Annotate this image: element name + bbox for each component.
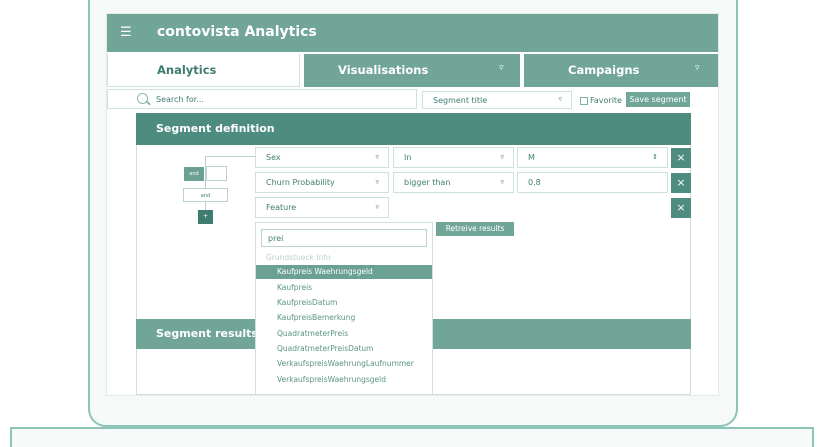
dropdown-option[interactable]: Kaufpreis (256, 281, 432, 295)
rule-operator-select[interactable]: In ▿ (393, 147, 514, 168)
rule-field-value: Churn Probability (266, 178, 335, 187)
dropdown-search-value: prei (268, 234, 284, 243)
remove-rule-button[interactable]: × (671, 148, 691, 168)
rule-operator-value: bigger than (404, 178, 451, 187)
tree-connector (205, 156, 255, 157)
updown-arrow-icon: ⇕ (652, 153, 658, 161)
tab-label: Analytics (157, 63, 217, 77)
tab-analytics[interactable]: Analytics (107, 54, 300, 87)
dropdown-option[interactable]: Kaufpreis Waehrungsgeld (256, 265, 432, 279)
rule-operator-value: In (404, 153, 412, 162)
rule-field-select[interactable]: Feature ▿ (255, 197, 389, 218)
rule-field-value: Feature (266, 203, 297, 212)
segment-title-select[interactable]: Segment title ▿ (422, 91, 572, 109)
dropdown-group-label: Grundstueck Info (266, 253, 331, 262)
tab-campaigns[interactable]: Campaigns ▿ (524, 54, 718, 87)
dropdown-option[interactable]: KaufpreisDatum (256, 296, 432, 310)
add-condition-button[interactable]: + (198, 210, 213, 224)
chevron-down-icon: ▿ (499, 63, 504, 73)
dropdown-option[interactable]: KaufpreisBemerkung (256, 311, 432, 325)
rule-value-select[interactable]: M ⇕ (517, 147, 668, 168)
chevron-down-icon: ▿ (375, 203, 379, 211)
tree-node-box (206, 166, 227, 181)
search-input[interactable] (156, 92, 396, 106)
dropdown-option[interactable]: QuadratmeterPreisDatum (256, 342, 432, 356)
segment-definition-header: Segment definition (136, 113, 691, 145)
rule-field-value: Sex (266, 153, 281, 162)
app-bar: ☰ contovista Analytics (107, 14, 718, 52)
tab-visualisations[interactable]: Visualisations ▿ (304, 54, 520, 87)
hamburger-icon[interactable]: ☰ (120, 25, 132, 40)
app-title: contovista Analytics (157, 24, 317, 40)
save-segment-button[interactable]: Save segment (626, 92, 690, 107)
and-node[interactable]: and (184, 167, 204, 181)
segment-results-title: Segment results (156, 327, 258, 340)
chevron-down-icon: ▿ (375, 178, 379, 186)
remove-rule-button[interactable]: × (671, 198, 691, 218)
segment-definition-title: Segment definition (156, 122, 275, 135)
remove-rule-button[interactable]: × (671, 173, 691, 193)
tab-label: Campaigns (568, 63, 640, 77)
dropdown-option[interactable]: QuadratmeterPreis (256, 327, 432, 341)
favorite-label: Favorite (590, 96, 622, 105)
segment-title-value: Segment title (433, 96, 488, 105)
chevron-down-icon: ▿ (695, 63, 700, 73)
rule-value: M (528, 153, 535, 162)
laptop-base (10, 427, 814, 447)
rule-value-input[interactable]: 0.8 (517, 172, 668, 193)
favorite-checkbox[interactable] (580, 97, 588, 105)
chevron-down-icon: ▿ (558, 95, 562, 103)
dropdown-search-input[interactable]: prei (261, 229, 427, 247)
rule-value: 0.8 (528, 178, 541, 187)
retrieve-results-button[interactable]: Retreive results (436, 222, 514, 236)
dropdown-option[interactable]: VerkaufspreisWaehrungsgeld (256, 373, 432, 387)
rule-operator-select[interactable]: bigger than ▿ (393, 172, 514, 193)
search-box (107, 89, 417, 109)
tab-label: Visualisations (338, 63, 429, 77)
rule-field-select[interactable]: Churn Probability ▿ (255, 172, 389, 193)
chevron-down-icon: ▿ (500, 153, 504, 161)
rule-field-select[interactable]: Sex ▿ (255, 147, 389, 168)
dropdown-option[interactable]: VerkaufspreisWaehrungLaufnummer (256, 357, 432, 371)
app-screen: ☰ contovista Analytics Analytics Visuali… (106, 13, 719, 396)
chevron-down-icon: ▿ (500, 178, 504, 186)
chevron-down-icon: ▿ (375, 153, 379, 161)
search-icon (137, 93, 148, 104)
and-node[interactable]: and (183, 188, 228, 202)
